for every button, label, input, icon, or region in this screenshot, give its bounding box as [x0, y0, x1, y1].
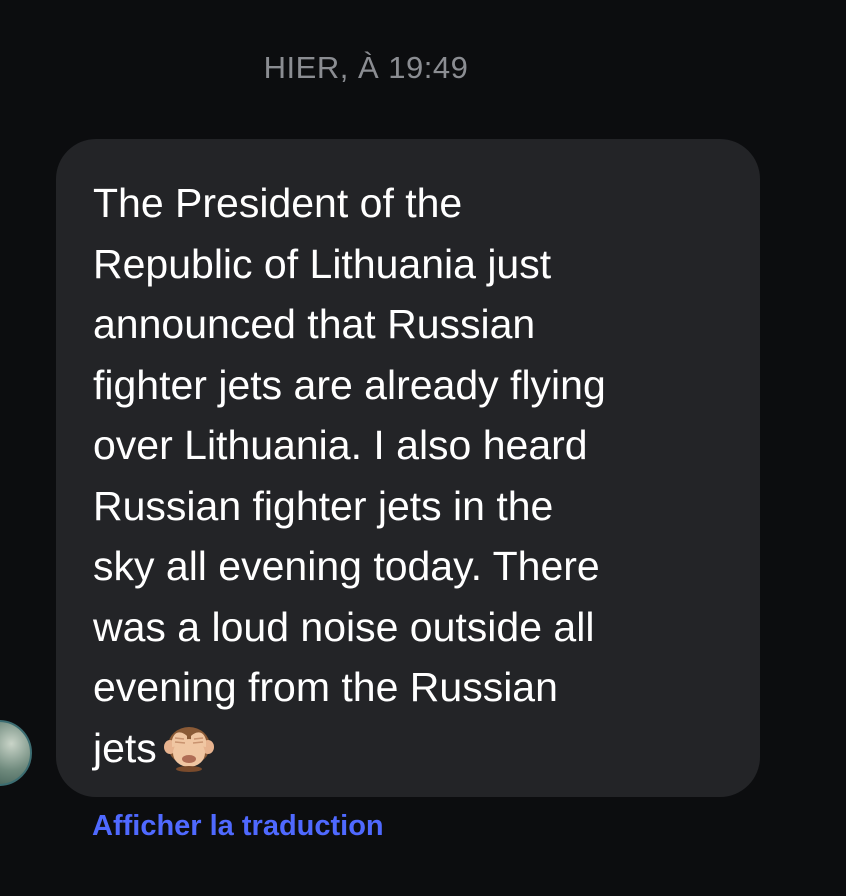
message-timestamp: HIER, À 19:49	[263, 50, 469, 85]
see-no-evil-monkey-icon	[163, 726, 214, 772]
show-translation-link[interactable]: Afficher la traduction	[92, 810, 384, 843]
chat-screen: HIER, À 19:49 The President of the Repub…	[0, 0, 846, 896]
message-bubble[interactable]: The President of the Republic of Lithuan…	[56, 139, 760, 797]
message-text: The President of the Republic of Lithuan…	[93, 180, 606, 771]
sender-avatar[interactable]	[0, 720, 32, 786]
